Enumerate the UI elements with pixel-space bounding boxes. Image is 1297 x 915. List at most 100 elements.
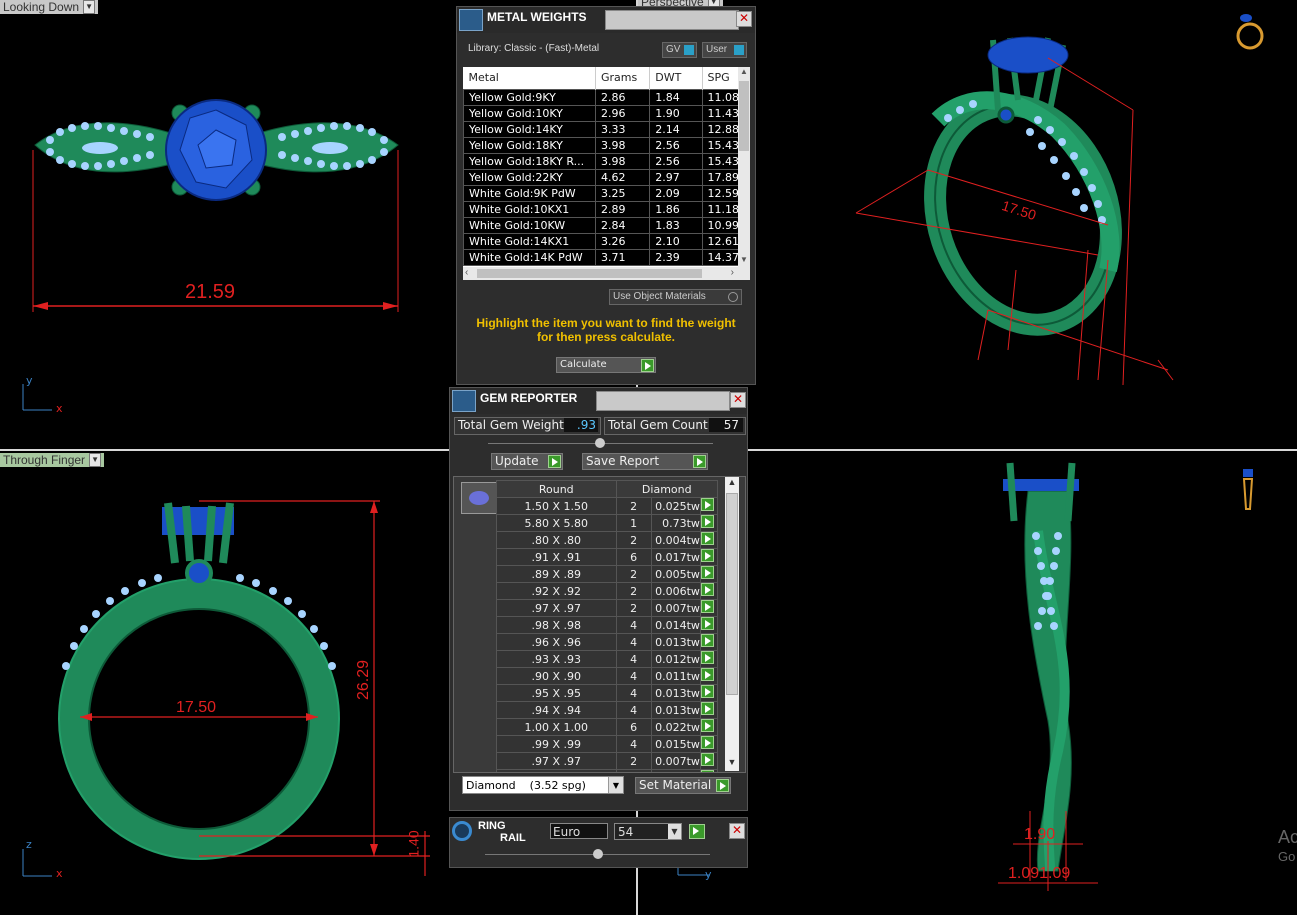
close-icon[interactable]: ✕: [730, 392, 746, 408]
ring-size-select[interactable]: 54 ▼: [614, 823, 682, 840]
slider-knob-icon[interactable]: [593, 849, 603, 859]
gem-row-select-button[interactable]: [699, 582, 719, 600]
scroll-up-icon[interactable]: ▲: [725, 477, 739, 491]
metal-table-row[interactable]: Yellow Gold:18KY 3.98 2.56 15.43: [463, 136, 741, 154]
scroll-down-icon[interactable]: ▼: [738, 255, 750, 267]
metal-table-row[interactable]: Yellow Gold:9KY 2.86 1.84 11.08: [463, 88, 741, 106]
gem-reporter-titlebar[interactable]: GEM REPORTER ✕: [450, 388, 747, 414]
gem-table-row[interactable]: 5.80 X 5.80 1 0.73tw: [496, 514, 719, 532]
metal-table-row[interactable]: White Gold:10KW 2.84 1.83 10.99: [463, 216, 741, 234]
gem-slider[interactable]: [488, 438, 713, 448]
gem-cell-size: .97 X .97: [496, 752, 617, 770]
metal-table-row[interactable]: Yellow Gold:14KY 3.33 2.14 12.88: [463, 120, 741, 138]
play-icon: [693, 455, 706, 468]
scroll-thumb[interactable]: [726, 493, 738, 695]
gem-table-row[interactable]: 1.50 X 1.50 2 0.025tw: [496, 497, 719, 515]
use-object-materials-toggle[interactable]: Use Object Materials: [609, 289, 742, 305]
gem-row-select-button[interactable]: [699, 531, 719, 549]
chevron-down-icon[interactable]: ▼: [668, 824, 681, 839]
apply-ring-size-button[interactable]: [689, 824, 705, 839]
gem-row-select-button[interactable]: [699, 497, 719, 515]
gem-table-row[interactable]: .90 X .90 4 0.011tw: [496, 667, 719, 685]
gem-table-row[interactable]: .97 X .97 2 0.007tw: [496, 599, 719, 617]
col-header-metal[interactable]: Metal: [463, 67, 597, 89]
calculate-button[interactable]: Calculate: [556, 357, 656, 373]
col-header-grams[interactable]: Grams: [595, 67, 651, 89]
gem-table-row[interactable]: .93 X .93 4 0.012tw: [496, 650, 719, 668]
scroll-h-thumb[interactable]: [477, 269, 702, 278]
set-material-button[interactable]: Set Material: [635, 777, 731, 794]
gem-row-select-button[interactable]: [699, 548, 719, 566]
gem-row-select-button[interactable]: [699, 650, 719, 668]
gem-row-select-button[interactable]: [699, 565, 719, 583]
gem-table-row[interactable]: .97 X .97 2 0.007tw: [496, 752, 719, 770]
update-button[interactable]: Update: [491, 453, 563, 470]
gem-row-select-button[interactable]: [699, 718, 719, 736]
gem-row-select-button[interactable]: [699, 633, 719, 651]
horizontal-scrollbar[interactable]: ‹ ›: [463, 267, 750, 280]
save-report-button[interactable]: Save Report: [582, 453, 708, 470]
gem-table-row[interactable]: 1.00 X 1.0020.008tw: [496, 769, 719, 772]
metal-cell-spg: 12.59: [701, 184, 741, 202]
close-icon[interactable]: ✕: [736, 11, 752, 27]
metal-table-row[interactable]: White Gold:14K PdW 3.71 2.39 14.37: [463, 248, 741, 266]
gem-row-select-button[interactable]: [699, 667, 719, 685]
gem-reporter-panel: GEM REPORTER ✕ Total Gem Weight .93 Tota…: [449, 387, 748, 811]
metal-table-row[interactable]: Yellow Gold:22KY 4.62 2.97 17.89: [463, 168, 741, 186]
chevron-down-icon[interactable]: ▼: [89, 453, 102, 467]
axis-y-label: y: [705, 868, 712, 881]
material-select[interactable]: Diamond (3.52 spg) ▼: [462, 776, 624, 794]
metal-table-row[interactable]: White Gold:10KX1 2.89 1.86 11.18: [463, 200, 741, 218]
metal-cell-grams: 3.71: [595, 248, 651, 266]
col-header-spg[interactable]: SPG: [702, 67, 741, 89]
chevron-down-icon[interactable]: ▼: [608, 777, 623, 793]
round-gem-shape-icon[interactable]: [461, 482, 497, 514]
gem-row-select-button[interactable]: [699, 769, 719, 772]
gem-table-row[interactable]: .95 X .95 4 0.013tw: [496, 684, 719, 702]
gem-row-select-button[interactable]: [699, 701, 719, 719]
gem-cell-size: .80 X .80: [496, 531, 617, 549]
chevron-down-icon[interactable]: ▼: [83, 0, 96, 14]
toggle-gv[interactable]: GV: [662, 42, 697, 58]
gem-row-select-button[interactable]: [699, 514, 719, 532]
metal-table-row[interactable]: Yellow Gold:18KY R... 3.98 2.56 15.43: [463, 152, 741, 170]
gem-row-select-button[interactable]: [699, 735, 719, 753]
gem-cell-size: 5.80 X 5.80: [496, 514, 617, 532]
gem-table-row[interactable]: .94 X .94 4 0.013tw: [496, 701, 719, 719]
scroll-right-icon[interactable]: ›: [731, 267, 734, 278]
ring-size-slider[interactable]: [485, 849, 710, 859]
gem-row-select-button[interactable]: [699, 616, 719, 634]
ring-standard-field[interactable]: Euro: [550, 823, 608, 839]
gem-table-row[interactable]: .96 X .96 4 0.013tw: [496, 633, 719, 651]
gem-table-row[interactable]: .99 X .99 4 0.015tw: [496, 735, 719, 753]
metal-table-row[interactable]: White Gold:14KX1 3.26 2.10 12.61: [463, 232, 741, 250]
metal-table-row[interactable]: Yellow Gold:10KY 2.96 1.90 11.43: [463, 104, 741, 122]
gem-table-row[interactable]: .92 X .92 2 0.006tw: [496, 582, 719, 600]
metal-cell-grams: 2.86: [595, 88, 651, 106]
vertical-scrollbar[interactable]: ▲ ▼: [738, 67, 750, 267]
gem-row-select-button[interactable]: [699, 599, 719, 617]
scroll-left-icon[interactable]: ‹: [465, 267, 468, 278]
metal-table-row[interactable]: White Gold:9K PdW 3.25 2.09 12.59: [463, 184, 741, 202]
gem-table-row[interactable]: .91 X .91 6 0.017tw: [496, 548, 719, 566]
toggle-user[interactable]: User: [702, 42, 747, 58]
close-icon[interactable]: ✕: [729, 823, 745, 839]
gem-table-row[interactable]: .89 X .89 2 0.005tw: [496, 565, 719, 583]
gem-table-row[interactable]: .98 X .98 4 0.014tw: [496, 616, 719, 634]
viewport-label-through-finger[interactable]: Through Finger ▼: [0, 453, 105, 467]
gem-row-select-button[interactable]: [699, 752, 719, 770]
titlebar-grip[interactable]: [596, 391, 730, 411]
col-header-dwt[interactable]: DWT: [649, 67, 703, 89]
scroll-up-icon[interactable]: ▲: [738, 67, 750, 79]
scroll-down-icon[interactable]: ▼: [725, 757, 739, 771]
metal-weights-titlebar[interactable]: METAL WEIGHTS ✕: [457, 7, 755, 33]
gem-cell-weight: 0.012tw: [650, 650, 701, 668]
viewport-label-looking-down[interactable]: Looking Down ▼: [0, 0, 99, 14]
gem-row-select-button[interactable]: [699, 684, 719, 702]
gem-vertical-scrollbar[interactable]: ▲ ▼: [725, 477, 739, 771]
gem-table-row[interactable]: 1.00 X 1.00 6 0.022tw: [496, 718, 719, 736]
gem-table-row[interactable]: .80 X .80 2 0.004tw: [496, 531, 719, 549]
scroll-thumb[interactable]: [739, 81, 749, 151]
slider-knob-icon[interactable]: [595, 438, 605, 448]
titlebar-grip[interactable]: [605, 10, 739, 30]
